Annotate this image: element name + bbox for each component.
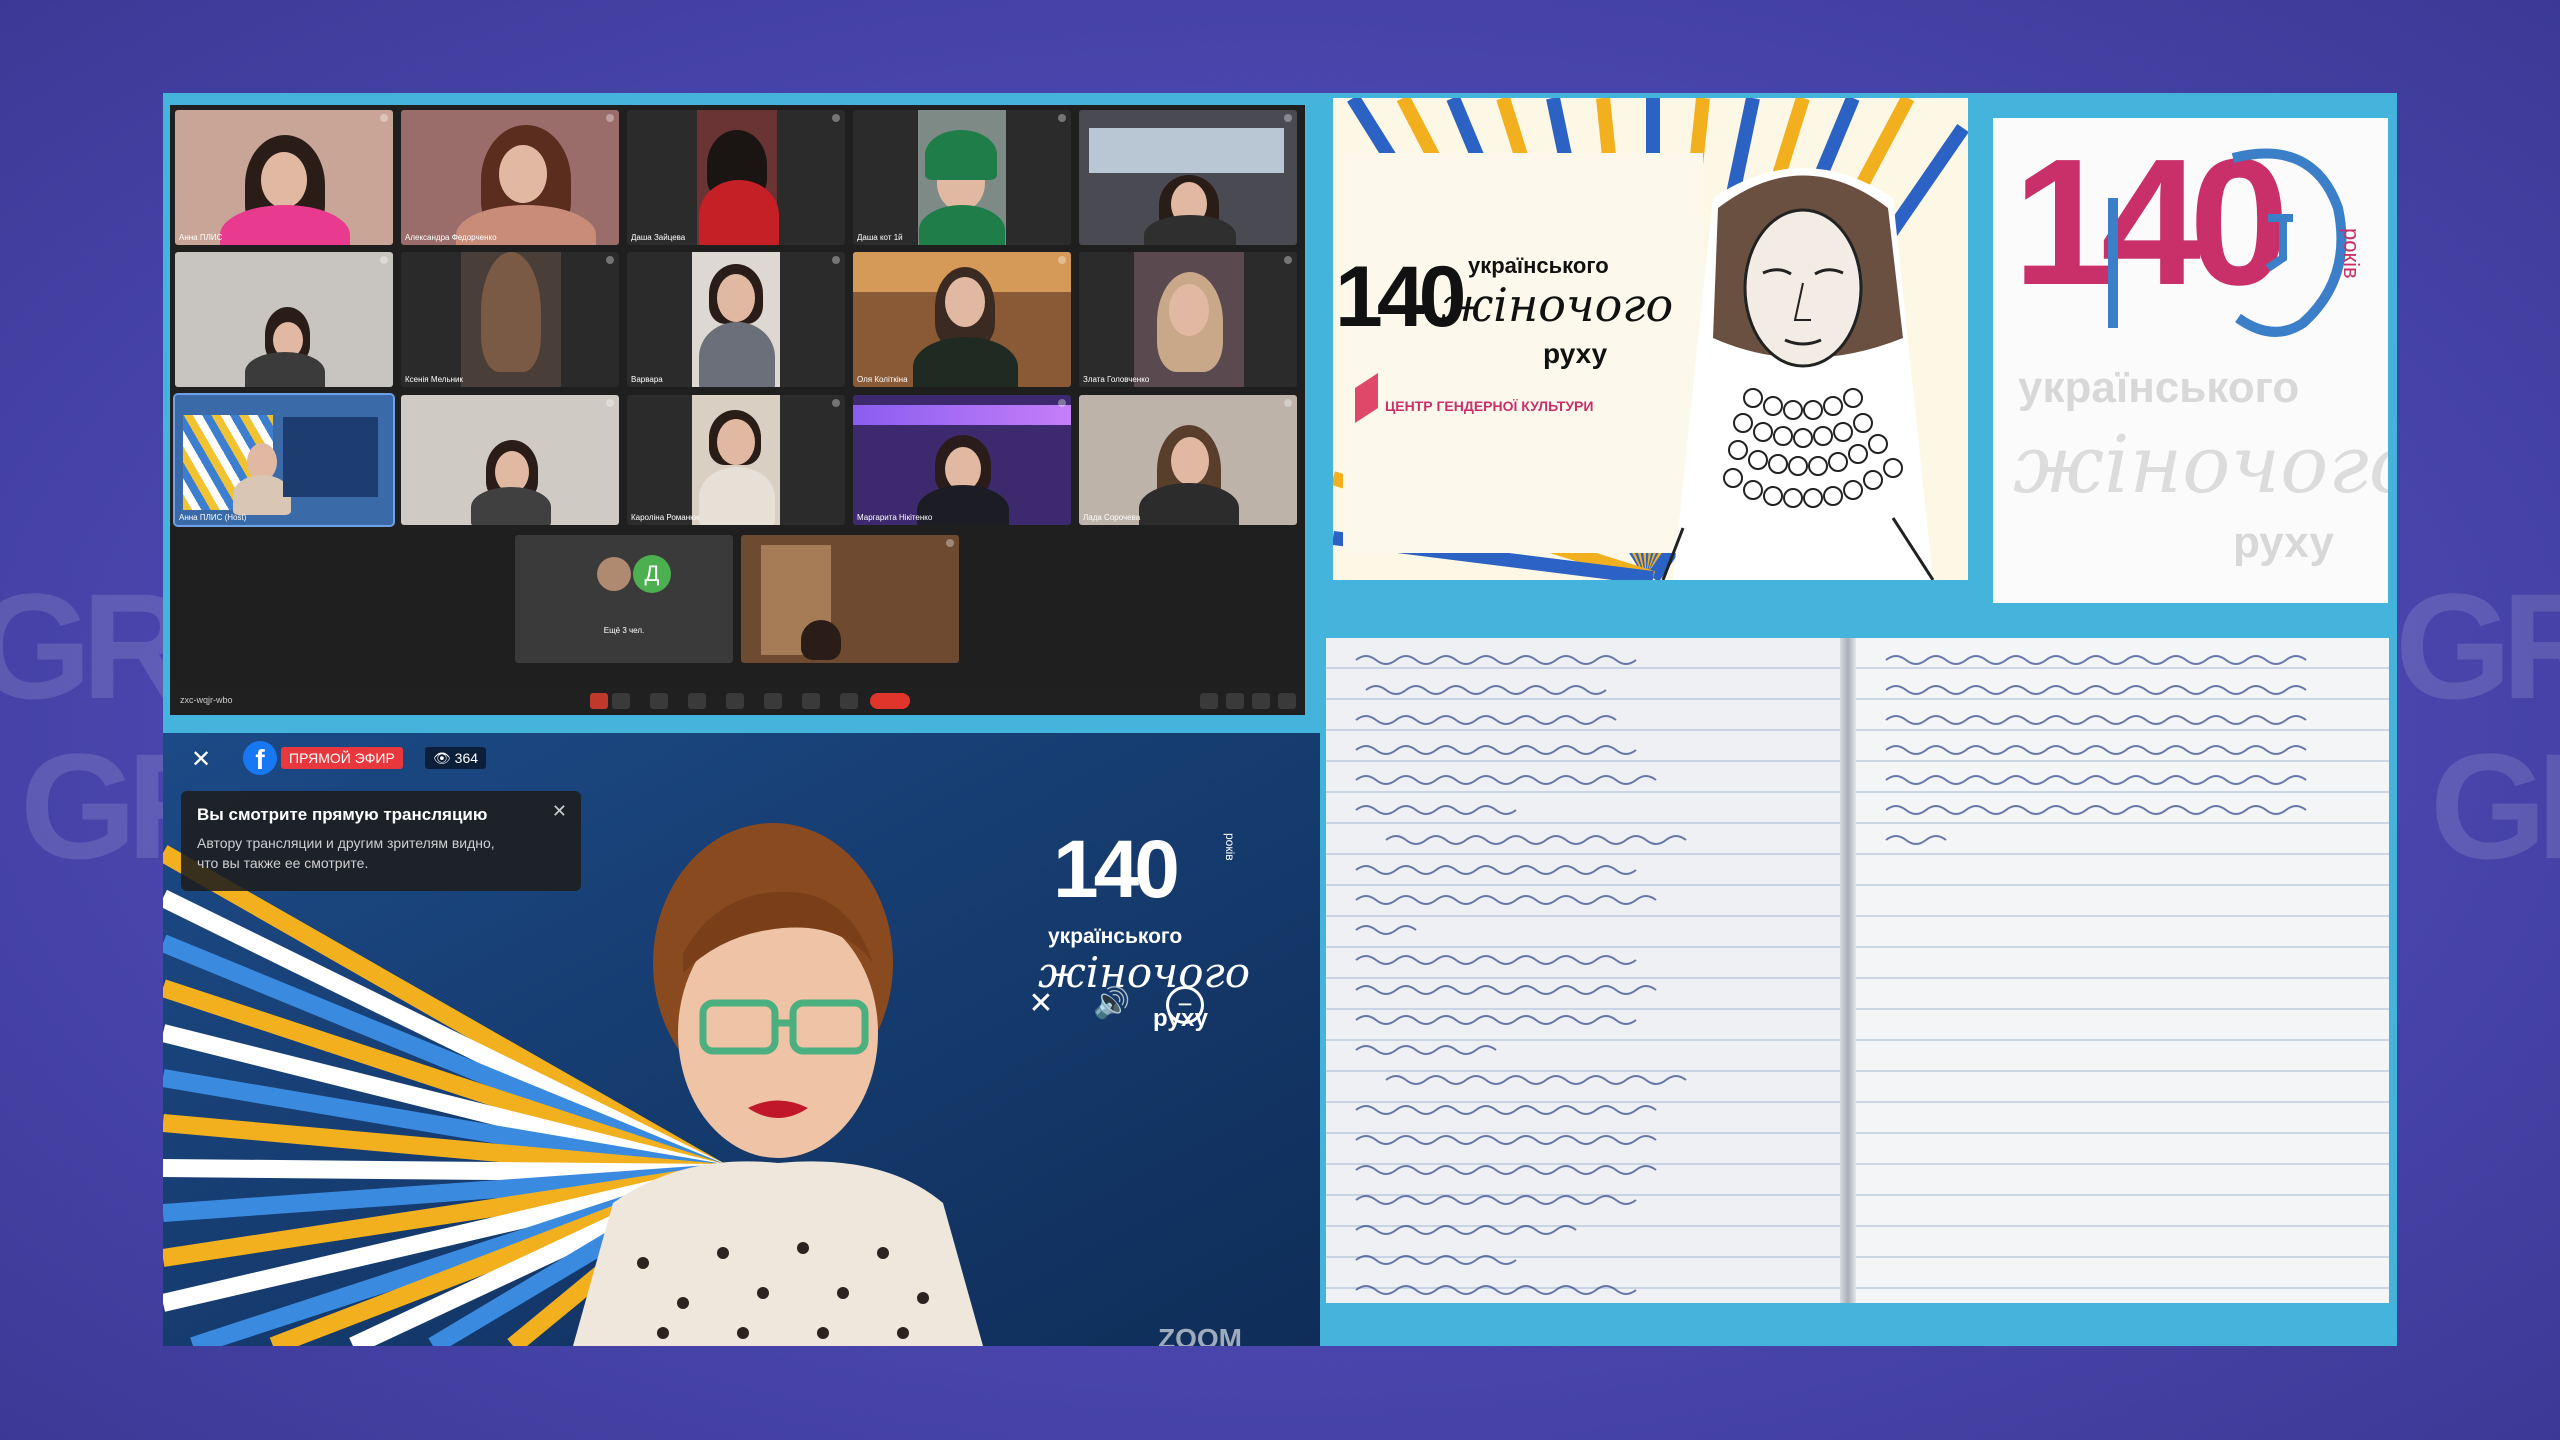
mic-muted-icon — [1284, 114, 1292, 122]
participant-tile[interactable]: Злата Головченко — [1079, 252, 1297, 387]
mic-muted-icon — [380, 114, 388, 122]
video-icon[interactable] — [650, 693, 668, 709]
mic-muted-icon — [606, 256, 614, 264]
poster-line2: жіночого — [1441, 278, 1674, 332]
participant-tile[interactable] — [401, 395, 619, 525]
people-icon[interactable] — [1226, 693, 1244, 709]
info-icon[interactable] — [1200, 693, 1218, 709]
end-call-button[interactable] — [870, 693, 910, 709]
poster-line3: руху — [1543, 338, 1608, 369]
volume-icon[interactable]: 🔊 — [1091, 983, 1133, 1025]
logo-years: років — [2339, 228, 2364, 279]
watermark-gr: GR — [0, 562, 190, 730]
mic-muted-icon — [946, 539, 954, 547]
meeting-id: zxc-wqjr-wbo — [180, 695, 233, 705]
emoji-icon[interactable] — [726, 693, 744, 709]
participant-tile[interactable]: Александра Федорченко — [401, 110, 619, 245]
participant-tile[interactable]: Даша кот 1й — [853, 110, 1071, 245]
mic-muted-icon — [832, 399, 840, 407]
participant-name: Злата Головченко — [1083, 375, 1150, 384]
live-badge: ПРЯМОЙ ЭФИР — [281, 747, 403, 769]
participant-tile[interactable] — [175, 252, 393, 387]
participant-tile[interactable]: Оля Коліткіна — [853, 252, 1071, 387]
eye-icon: 👁 — [433, 750, 451, 766]
participant-tile[interactable] — [1079, 110, 1297, 245]
zoom-toolbar: zxc-wqjr-wbo — [170, 687, 1305, 715]
participant-tile-host-screen[interactable]: Анна ПЛИС (Host) — [173, 393, 395, 527]
camera-button[interactable] — [612, 693, 630, 709]
zoom-footer-text: ZOOM — [1158, 1323, 1242, 1346]
close-stream-icon[interactable]: ✕ — [191, 745, 211, 774]
mic-muted-icon — [1058, 114, 1066, 122]
participant-name: Маргарита Нікітенко — [857, 513, 933, 522]
overlay-years: років — [1223, 833, 1237, 861]
anniversary-logo: 140 років українського жіночого руху — [1993, 118, 2388, 603]
participant-tile[interactable] — [741, 535, 959, 663]
participant-avatar: Д — [633, 555, 671, 593]
toast-title: Вы смотрите прямую трансляцию — [197, 805, 488, 824]
toast-body: Автору трансляции и другим зрителям видн… — [197, 835, 495, 871]
collage: Анна ПЛИС Александра Федорченко Даша Зай… — [163, 93, 2397, 1346]
poster-org: ЦЕНТР ГЕНДЕРНОЇ КУЛЬТУРИ — [1385, 398, 1594, 414]
handwritten-notebook-photo — [1326, 638, 2389, 1303]
participant-name: Анна ПЛИС (Host) — [179, 513, 247, 522]
more-participants-label: Ещё 3 чел. — [603, 626, 645, 635]
logo-line1: українського — [2018, 363, 2300, 412]
participant-tile[interactable]: Кароліна Романюк — [627, 395, 845, 525]
participant-tile[interactable]: Варвара — [627, 252, 845, 387]
activities-icon[interactable] — [1278, 693, 1296, 709]
overlay-number: 140 — [1053, 824, 1180, 915]
toast-close-icon[interactable]: ✕ — [552, 801, 567, 822]
participant-name: Анна ПЛИС — [179, 233, 223, 242]
live-notice-toast: Вы смотрите прямую трансляцию Автору тра… — [181, 791, 581, 891]
facebook-icon: f — [243, 741, 277, 775]
facebook-live-stream: ✕ f ПРЯМОЙ ЭФИР 👁 364 Вы смотрите прямую… — [163, 733, 1320, 1346]
viewer-count-badge: 👁 364 — [425, 747, 487, 769]
handwriting — [1355, 655, 2307, 1295]
mic-muted-icon — [606, 114, 614, 122]
minimize-icon[interactable]: − — [1166, 986, 1204, 1024]
mic-muted-icon — [1284, 256, 1292, 264]
participant-name: Даша кот 1й — [857, 233, 903, 242]
viewer-count: 364 — [454, 750, 479, 766]
present-icon[interactable] — [764, 693, 782, 709]
mic-muted-icon — [1284, 399, 1292, 407]
chat-icon[interactable] — [1252, 693, 1270, 709]
mic-muted-icon — [832, 114, 840, 122]
logo-line3: руху — [2233, 518, 2334, 567]
captions-icon[interactable] — [688, 693, 706, 709]
more-icon[interactable] — [840, 693, 858, 709]
participant-name: Лада Сорочева — [1083, 513, 1141, 522]
zoom-gallery-window: Анна ПЛИС Александра Федорченко Даша Зай… — [170, 105, 1305, 715]
participant-name: Варвара — [631, 375, 663, 384]
more-participants-tile[interactable]: Д Ещё 3 чел. — [515, 535, 733, 663]
mic-muted-icon — [380, 256, 388, 264]
overlay-line2: жіночого — [1038, 948, 1251, 997]
pin-off-icon[interactable]: ✕ — [1020, 983, 1062, 1025]
overlay-line1: українського — [1048, 925, 1183, 948]
mic-muted-icon — [832, 256, 840, 264]
participant-name: Александра Федорченко — [405, 233, 497, 242]
participant-name: Даша Зайцева — [631, 233, 686, 242]
participant-tile[interactable]: Даша Зайцева — [627, 110, 845, 245]
participant-name: Оля Коліткіна — [857, 375, 908, 384]
participant-tile[interactable]: Лада Сорочева — [1079, 395, 1297, 525]
participant-tile[interactable]: Анна ПЛИС — [175, 110, 393, 245]
mic-muted-icon — [606, 399, 614, 407]
participant-tile[interactable]: Маргарита Нікітенко — [853, 395, 1071, 525]
mic-muted-icon — [1058, 399, 1066, 407]
mic-button[interactable] — [590, 693, 608, 709]
hand-icon[interactable] — [802, 693, 820, 709]
poster-line1: українського — [1468, 253, 1609, 278]
watermark-gr: GR — [2395, 562, 2560, 730]
logo-line2: жіночого — [2013, 418, 2388, 511]
poster-image: 140 українського жіночого руху ЦЕНТР ГЕН… — [1333, 98, 1968, 580]
participant-tile[interactable]: Ксенія Мельник — [401, 252, 619, 387]
participant-name: Ксенія Мельник — [405, 375, 464, 384]
watermark-gr: GR — [2430, 722, 2560, 890]
participant-name: Кароліна Романюк — [631, 513, 700, 522]
mic-muted-icon — [1058, 256, 1066, 264]
